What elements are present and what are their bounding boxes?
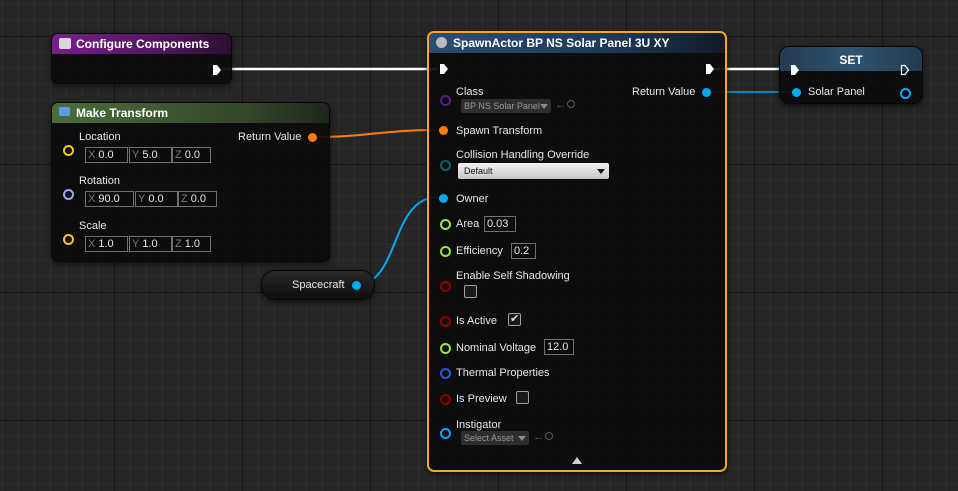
is-preview-checkbox[interactable] <box>516 391 529 404</box>
chevron-down-icon <box>597 169 605 174</box>
spacecraft-label: Spacecraft <box>292 279 345 291</box>
collapse-advanced-icon[interactable] <box>572 457 582 464</box>
nominal-voltage-field[interactable]: 12.0 <box>544 339 574 355</box>
set-node[interactable]: SET Solar Panel <box>779 46 923 104</box>
instigator-label: Instigator <box>456 419 502 431</box>
nominal-voltage-label: Nominal Voltage <box>456 342 537 354</box>
area-pin[interactable] <box>440 219 451 230</box>
class-pin[interactable] <box>440 95 451 106</box>
self-shadowing-label: Enable Self Shadowing <box>456 270 570 282</box>
instigator-dropdown[interactable]: Select Asset <box>461 431 529 445</box>
efficiency-field[interactable]: 0.2 <box>511 243 536 259</box>
is-preview-pin[interactable] <box>440 394 451 405</box>
scale-x-field[interactable]: X 1.0 <box>85 236 128 252</box>
chevron-down-icon <box>540 104 548 109</box>
thermal-properties-label: Thermal Properties <box>456 367 550 379</box>
collision-label: Collision Handling Override <box>456 149 590 161</box>
scale-y-field[interactable]: Y 1.0 <box>129 236 172 252</box>
configure-components-title: Configure Components <box>76 37 210 51</box>
spawn-transform-label: Spawn Transform <box>456 125 543 137</box>
efficiency-label: Efficiency <box>456 245 503 257</box>
scale-label: Scale <box>79 220 107 232</box>
class-dropdown[interactable]: BP NS Solar Panel <box>461 99 551 113</box>
owner-pin[interactable] <box>439 194 448 203</box>
is-active-label: Is Active <box>456 315 497 327</box>
return-value-label: Return Value <box>238 131 302 143</box>
solar-panel-label: Solar Panel <box>808 86 865 98</box>
rotation-pin[interactable] <box>63 189 74 200</box>
is-active-checkbox[interactable]: ✔ <box>508 313 521 326</box>
spawn-actor-title: SpawnActor BP NS Solar Panel 3U XY <box>453 36 670 50</box>
location-label: Location <box>79 131 121 143</box>
configure-components-header: Configure Components <box>52 34 231 54</box>
self-shadowing-pin[interactable] <box>440 281 451 292</box>
location-y-field[interactable]: Y 5.0 <box>129 147 172 163</box>
spawn-icon <box>436 37 447 48</box>
return-value-pin[interactable] <box>702 88 711 97</box>
exec-in-pin[interactable] <box>439 63 449 75</box>
rotation-z-field[interactable]: Z 0.0 <box>178 191 217 207</box>
exec-out-pin[interactable] <box>900 64 910 76</box>
exec-in-pin[interactable] <box>790 64 800 76</box>
make-transform-header: Make Transform <box>52 103 329 123</box>
return-value-pin[interactable] <box>308 133 317 142</box>
return-value-label: Return Value <box>632 86 696 98</box>
make-transform-title: Make Transform <box>76 106 169 120</box>
solar-panel-in-pin[interactable] <box>792 88 801 97</box>
spawn-actor-header: SpawnActor BP NS Solar Panel 3U XY <box>429 33 725 53</box>
transform-icon <box>59 107 70 116</box>
set-title: SET <box>839 53 863 67</box>
collision-dropdown[interactable]: Default <box>458 163 609 179</box>
nominal-voltage-pin[interactable] <box>440 343 451 354</box>
location-z-field[interactable]: Z 0.0 <box>172 147 211 163</box>
self-shadowing-checkbox[interactable] <box>464 285 477 298</box>
thermal-properties-pin[interactable] <box>440 368 451 379</box>
area-field[interactable]: 0.03 <box>484 216 516 232</box>
class-label: Class <box>456 86 484 98</box>
scale-z-field[interactable]: Z 1.0 <box>172 236 211 252</box>
is-preview-label: Is Preview <box>456 393 507 405</box>
browse-search-icon[interactable] <box>567 100 575 108</box>
checkmark-icon: ✔ <box>510 313 520 325</box>
use-selected-arrow-icon[interactable]: ← <box>555 99 566 111</box>
spawn-actor-node[interactable]: SpawnActor BP NS Solar Panel 3U XY Class… <box>427 31 727 472</box>
exec-out-pin[interactable] <box>705 63 715 75</box>
owner-label: Owner <box>456 193 489 205</box>
is-active-pin[interactable] <box>440 316 451 327</box>
efficiency-pin[interactable] <box>440 246 451 257</box>
solar-panel-out-pin[interactable] <box>900 88 911 99</box>
rotation-x-field[interactable]: X 90.0 <box>85 191 134 207</box>
rotation-y-field[interactable]: Y 0.0 <box>135 191 178 207</box>
chevron-down-icon <box>518 436 526 441</box>
use-selected-arrow-icon[interactable]: ← <box>533 431 544 443</box>
spawn-transform-pin[interactable] <box>439 126 448 135</box>
configure-components-node[interactable]: Configure Components <box>51 33 232 84</box>
location-x-field[interactable]: X 0.0 <box>85 147 128 163</box>
rotation-label: Rotation <box>79 175 120 187</box>
exec-out-pin[interactable] <box>212 64 222 76</box>
area-label: Area <box>456 218 480 230</box>
browse-search-icon[interactable] <box>545 432 553 440</box>
location-pin[interactable] <box>63 145 74 156</box>
make-transform-node[interactable]: Make Transform Location X 0.0 Y 5.0 Z 0.0 R… <box>51 102 330 262</box>
transform-wire <box>312 129 439 138</box>
scale-pin[interactable] <box>63 234 74 245</box>
spacecraft-variable-node[interactable]: Spacecraft <box>261 270 375 300</box>
spacecraft-pin[interactable] <box>352 281 361 290</box>
instigator-pin[interactable] <box>440 428 451 439</box>
collision-pin[interactable] <box>440 160 451 171</box>
function-icon <box>59 38 71 49</box>
